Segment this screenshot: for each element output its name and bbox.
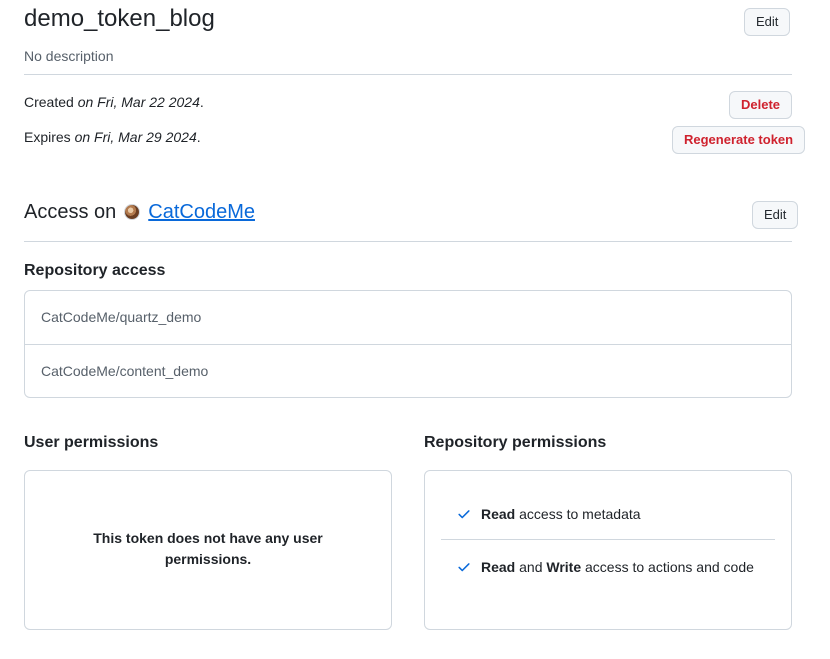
user-permissions-box: This token does not have any user permis… — [24, 470, 392, 630]
permission-connector: and — [519, 559, 543, 575]
regenerate-token-button[interactable]: Regenerate token — [672, 126, 806, 154]
access-heading: Access on CatCodeMe — [24, 199, 255, 225]
edit-token-button[interactable]: Edit — [744, 8, 791, 36]
created-prefix: Created — [24, 94, 74, 110]
token-name: demo_token_blog — [24, 5, 215, 32]
access-prefix: Access on — [24, 201, 117, 223]
user-permissions-empty: This token does not have any user permis… — [93, 530, 323, 567]
created-period: . — [199, 94, 204, 110]
org-link[interactable]: CatCodeMe — [148, 199, 255, 225]
expires-value: on Fri, Mar 29 2024 — [74, 129, 197, 145]
permission-level: Read — [481, 559, 516, 575]
repository-permissions-label: Repository permissions — [424, 434, 607, 451]
expires-prefix: Expires — [24, 129, 71, 145]
delete-token-button[interactable]: Delete — [729, 91, 793, 119]
created-date: Created on Fri, Mar 22 2024. — [24, 93, 204, 111]
expiration-date: Expires on Fri, Mar 29 2024. — [24, 128, 201, 146]
token-description: No description — [24, 48, 114, 64]
divider — [441, 539, 775, 540]
repository-access-label: Repository access — [24, 262, 166, 279]
permission-item: Read and Write access to actions and cod… — [441, 557, 775, 578]
token-detail-page: demo_token_blog Edit No description Crea… — [0, 0, 830, 659]
org-avatar — [124, 204, 141, 220]
permission-scope: access to actions and code — [585, 559, 754, 575]
repository-access-list: CatCodeMe/quartz_demo CatCodeMe/content_… — [24, 290, 792, 398]
check-icon — [458, 563, 470, 572]
expires-period: . — [196, 129, 201, 145]
repository-permissions-box: Read access to metadata Read and Write a… — [424, 470, 792, 630]
created-value: on Fri, Mar 22 2024 — [77, 94, 200, 110]
edit-access-button[interactable]: Edit — [752, 201, 799, 229]
permission-item: Read access to metadata — [441, 504, 775, 525]
divider — [24, 74, 792, 75]
permission-level: Read — [481, 506, 516, 522]
divider — [24, 241, 792, 242]
repository-row: CatCodeMe/quartz_demo — [41, 309, 202, 325]
permission-level-2: Write — [546, 559, 582, 575]
check-icon — [458, 510, 470, 519]
permission-scope: access to metadata — [519, 506, 641, 522]
user-permissions-label: User permissions — [24, 434, 159, 451]
repository-row: CatCodeMe/content_demo — [25, 344, 791, 397]
